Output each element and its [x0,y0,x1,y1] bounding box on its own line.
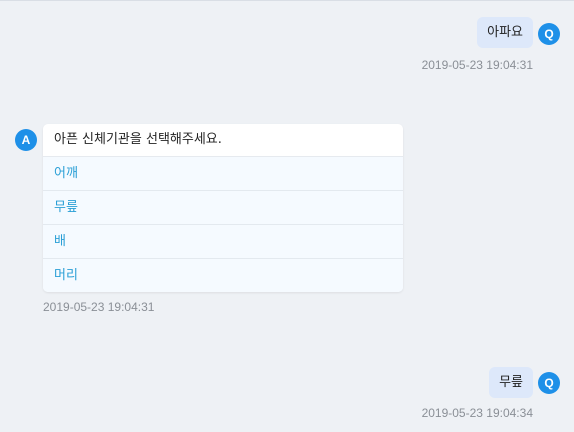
user-avatar-icon: Q [538,372,560,394]
option-head[interactable]: 머리 [43,259,403,292]
message-timestamp: 2019-05-23 19:04:31 [421,58,533,72]
option-knee[interactable]: 무릎 [43,191,403,225]
user-bubble: 아파요 [477,17,533,48]
message-timestamp: 2019-05-23 19:04:31 [43,300,155,314]
bot-message-text: 아픈 신체기관을 선택해주세요. [43,124,403,157]
user-avatar-icon: Q [538,23,560,45]
message-timestamp: 2019-05-23 19:04:34 [421,406,533,420]
option-shoulder[interactable]: 어깨 [43,157,403,191]
option-stomach[interactable]: 배 [43,225,403,259]
bot-response-card: 아픈 신체기관을 선택해주세요. 어깨 무릎 배 머리 [43,124,403,292]
user-bubble: 무릎 [489,367,533,398]
bot-avatar-icon: A [15,129,37,151]
top-divider [0,0,574,1]
